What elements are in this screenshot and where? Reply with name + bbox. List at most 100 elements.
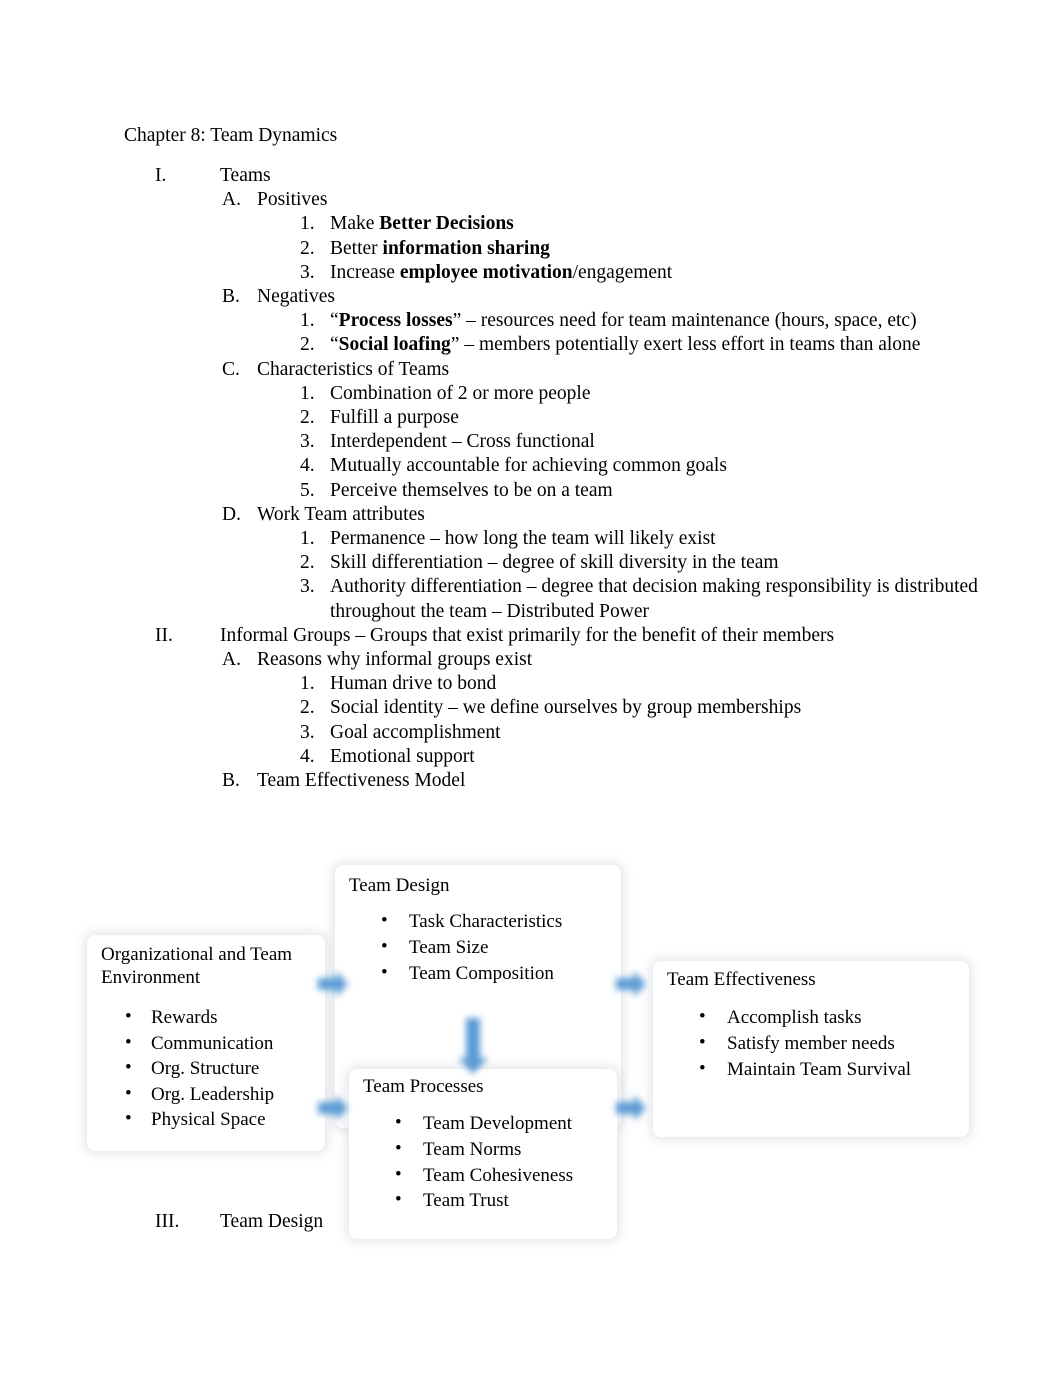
diagram-box-title-organizational-environment: Organizational and Team Environment [101,944,293,988]
arrow-right-icon-design-to-effectiveness [608,962,652,1006]
outline-marker: 1. [300,310,315,332]
outline-item-level-3: 4. Emotional support [0,745,1062,769]
outline-marker: B. [222,286,240,308]
outline-item-level-3: 2. Social identity – we define ourselves … [0,696,1062,720]
outline-marker: II. [155,624,173,646]
outline-marker: 3. [300,721,315,743]
outline-text: Human drive to bond [330,673,497,695]
outline-marker: 3. [300,261,315,283]
diagram-list-item: Rewards [101,1004,274,1031]
diagram-list-item: Physical Space [101,1106,274,1133]
outline-marker: 5. [300,479,315,501]
outline-text: Emotional support [330,745,475,767]
outline-marker: 1. [300,528,315,550]
outline-item-level-3: 1. Permanence – how long the team will li… [0,527,1062,551]
diagram-box-organizational-environment[interactable]: Organizational and Team Environment Rewa… [86,934,326,1152]
diagram-box-items-team-design: Task CharacteristicsTeam SizeTeam Compos… [349,908,562,987]
diagram-list-item: Communication [101,1030,274,1057]
arrow-right-icon-env-to-design [310,962,354,1006]
outline-item-level-2: C. Characteristics of Teams [0,358,1062,382]
diagram-box-team-processes[interactable]: Team Processes Team DevelopmentTeam Norm… [348,1068,618,1240]
outline-marker: 1. [300,673,315,695]
outline-item-level-3: 1. Combination of 2 or more people [0,382,1062,406]
outline-marker: III. [155,1211,180,1232]
outline-item-level-2: A. Positives [0,188,1062,212]
outline-marker: 3. [300,431,315,453]
outline-item-level-3: 1. Make Better Decisions [0,212,1062,236]
outline-marker: C. [222,358,240,380]
outline-text: Team Design [220,1211,324,1232]
outline-text: Fulfill a purpose [330,407,459,429]
outline-text: Interdependent – Cross functional [330,431,595,453]
outline-text: Characteristics of Teams [257,358,450,380]
outline-marker: A. [222,189,241,211]
outline-item-level-3: 2. Better information sharing [0,237,1062,261]
outline-text: Goal accomplishment [330,721,501,743]
page-title: Chapter 8: Team Dynamics [124,125,338,146]
diagram-list-item: Org. Leadership [101,1081,274,1108]
diagram-list-item: Satisfy member needs [667,1030,911,1057]
outline-marker: 2. [300,552,315,574]
outline-item-level-3: 1. Human drive to bond [0,672,1062,696]
outline-text: Team Effectiveness Model [257,770,466,792]
outline-marker: 1. [300,382,315,404]
outline-text: Negatives [257,286,335,308]
arrow-down-icon-design-to-processes [452,1010,494,1082]
outline-text: Informal Groups – Groups that exist prim… [220,624,835,646]
diagram-box-team-effectiveness[interactable]: Team Effectiveness Accomplish tasksSatis… [652,960,970,1138]
diagram-list-item: Accomplish tasks [667,1004,911,1031]
outline-item-level-1: I. Teams [0,164,1062,188]
diagram-list-item: Team Size [349,934,562,961]
outline-marker: I. [155,165,167,186]
diagram-list-item: Team Cohesiveness [363,1162,573,1189]
diagram-list-item: Team Composition [349,960,562,987]
diagram-list-item: Maintain Team Survival [667,1056,911,1083]
outline-item-level-3: 3. Goal accomplishment [0,721,1062,745]
outline-list: I. Teams A. Positives 1. Make Better Decision… [0,164,1062,793]
outline-text: Teams [220,165,271,186]
outline-text: Make Better Decisions [330,213,514,235]
outline-text: Work Team attributes [257,503,425,525]
outline-marker: 4. [300,455,315,477]
diagram-list-item: Org. Structure [101,1055,274,1082]
outline-text: Perceive themselves to be on a team [330,479,613,501]
outline-text: Authority differentiation – degree that … [330,576,978,622]
outline-marker: 2. [300,697,315,719]
diagram-box-items-team-processes: Team DevelopmentTeam NormsTeam Cohesiven… [363,1110,573,1214]
outline-item-level-2: D. Work Team attributes [0,503,1062,527]
outline-text: Better information sharing [330,237,550,259]
outline-item-level-3: 3. Authority differentiation – degree tha… [0,575,1062,623]
outline-text: Reasons why informal groups exist [257,649,533,671]
arrow-right-icon-processes-to-effectiveness [608,1086,652,1130]
diagram-box-items-organizational-environment: RewardsCommunicationOrg. StructureOrg. L… [101,1004,274,1133]
diagram-list-item: Team Trust [363,1187,573,1214]
outline-marker: 2. [300,334,315,356]
outline-marker: 3. [300,576,315,598]
outline-marker: A. [222,649,241,671]
outline-item-level-3: 3. Increase employee motivation/engagemen… [0,261,1062,285]
outline-item-level-3: 2. Skill differentiation – degree of skil… [0,551,1062,575]
outline-item-level-2: B. Negatives [0,285,1062,309]
outline-marker: D. [222,503,241,525]
diagram-list-item: Team Development [363,1110,573,1137]
outline-text: Social identity – we define ourselves by… [330,697,802,719]
diagram-box-items-team-effectiveness: Accomplish tasksSatisfy member needsMain… [667,1004,911,1083]
outline-marker: 2. [300,407,315,429]
outline-text: “Process losses” – resources need for te… [330,310,917,332]
outline-item-level-1: II. Informal Groups – Groups that exist p… [0,624,1062,648]
outline-item-level-3: 5. Perceive themselves to be on a team [0,479,1062,503]
outline-text: Increase employee motivation/engagement [330,261,673,283]
outline-text: Combination of 2 or more people [330,382,591,404]
outline-item-level-3: 2. “Social loafing” – members potentially… [0,333,1062,357]
diagram-list-item: Team Norms [363,1136,573,1163]
diagram-box-title-team-effectiveness: Team Effectiveness [667,969,816,990]
outline-item-level-3: 4. Mutually accountable for achieving com… [0,454,1062,478]
arrow-right-icon-env-to-processes [310,1086,354,1130]
outline-text: Positives [257,189,328,211]
outline-text: Mutually accountable for achieving commo… [330,455,727,477]
outline-text: “Social loafing” – members potentially e… [330,334,921,356]
outline-text: Permanence – how long the team will like… [330,528,716,550]
outline-item-level-2: B. Team Effectiveness Model [0,769,1062,793]
outline-item-level-3: 3. Interdependent – Cross functional [0,430,1062,454]
outline-item-level-3: 1. “Process losses” – resources need for … [0,309,1062,333]
